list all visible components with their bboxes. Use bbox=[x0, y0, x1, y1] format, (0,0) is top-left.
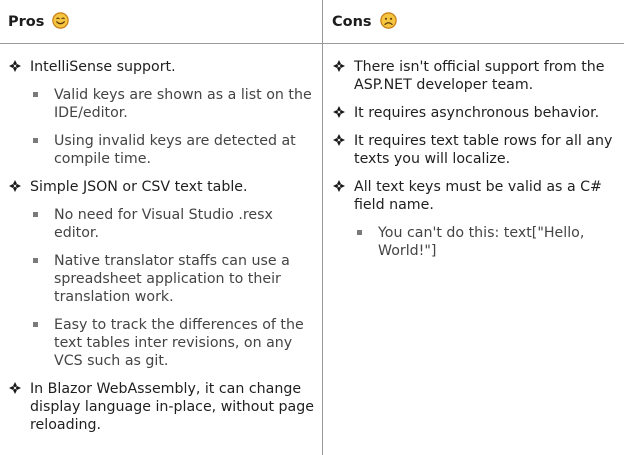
square-bullet-icon bbox=[33, 322, 38, 327]
pros-list-item: Simple JSON or CSV text table. bbox=[8, 178, 316, 196]
cons-column: There isn't official support from the AS… bbox=[332, 58, 616, 270]
pros-sub-item: Native translator staffs can use a sprea… bbox=[8, 252, 316, 306]
square-bullet-icon bbox=[357, 230, 362, 235]
pros-list-item: IntelliSense support. bbox=[8, 58, 316, 76]
pros-cons-table: Pros Cons IntelliSense support. Valid key… bbox=[0, 0, 627, 455]
pros-list-item: In Blazor WebAssembly, it can change dis… bbox=[8, 380, 316, 434]
diamond-bullet-icon bbox=[332, 133, 346, 147]
diamond-bullet-icon bbox=[332, 179, 346, 193]
pros-sub-item-text: Valid keys are shown as a list on the ID… bbox=[54, 87, 312, 121]
pros-header: Pros bbox=[8, 12, 70, 30]
column-divider bbox=[322, 0, 323, 455]
diamond-bullet-icon bbox=[332, 105, 346, 119]
pros-item-text: Simple JSON or CSV text table. bbox=[30, 179, 248, 195]
diamond-bullet-icon bbox=[8, 59, 22, 73]
cons-item-text: It requires asynchronous behavior. bbox=[354, 105, 600, 121]
pros-sub-item-text: Native translator staffs can use a sprea… bbox=[54, 253, 290, 305]
pros-sub-item: Easy to track the differences of the tex… bbox=[8, 316, 316, 370]
cons-sub-item-text: You can't do this: text["Hello, World!"] bbox=[378, 225, 585, 259]
pros-sub-item: No need for Visual Studio .resx editor. bbox=[8, 206, 316, 242]
cons-list-item: All text keys must be valid as a C# fiel… bbox=[332, 178, 616, 214]
pros-item-text: In Blazor WebAssembly, it can change dis… bbox=[30, 381, 314, 433]
square-bullet-icon bbox=[33, 258, 38, 263]
cons-item-text: All text keys must be valid as a C# fiel… bbox=[354, 179, 602, 213]
pros-sub-item-text: No need for Visual Studio .resx editor. bbox=[54, 207, 273, 241]
cons-header-label: Cons bbox=[332, 13, 372, 30]
cons-list-item: It requires text table rows for all any … bbox=[332, 132, 616, 168]
pros-column: IntelliSense support. Valid keys are show… bbox=[8, 58, 316, 444]
square-bullet-icon bbox=[33, 138, 38, 143]
cons-item-text: There isn't official support from the AS… bbox=[354, 59, 605, 93]
smiling-face-icon bbox=[52, 12, 70, 29]
frowning-face-icon bbox=[379, 12, 397, 29]
square-bullet-icon bbox=[33, 212, 38, 217]
pros-item-text: IntelliSense support. bbox=[30, 59, 176, 75]
pros-sub-item: Using invalid keys are detected at compi… bbox=[8, 132, 316, 168]
pros-sub-item: Valid keys are shown as a list on the ID… bbox=[8, 86, 316, 122]
cons-sub-item: You can't do this: text["Hello, World!"] bbox=[332, 224, 616, 260]
diamond-bullet-icon bbox=[8, 381, 22, 395]
cons-header: Cons bbox=[332, 12, 397, 30]
header-row bbox=[0, 0, 624, 44]
cons-list-item: There isn't official support from the AS… bbox=[332, 58, 616, 94]
pros-sub-item-text: Easy to track the differences of the tex… bbox=[54, 317, 304, 369]
pros-sub-item-text: Using invalid keys are detected at compi… bbox=[54, 133, 296, 167]
diamond-bullet-icon bbox=[332, 59, 346, 73]
pros-header-label: Pros bbox=[8, 13, 45, 30]
cons-item-text: It requires text table rows for all any … bbox=[354, 133, 613, 167]
square-bullet-icon bbox=[33, 92, 38, 97]
cons-list-item: It requires asynchronous behavior. bbox=[332, 104, 616, 122]
diamond-bullet-icon bbox=[8, 179, 22, 193]
